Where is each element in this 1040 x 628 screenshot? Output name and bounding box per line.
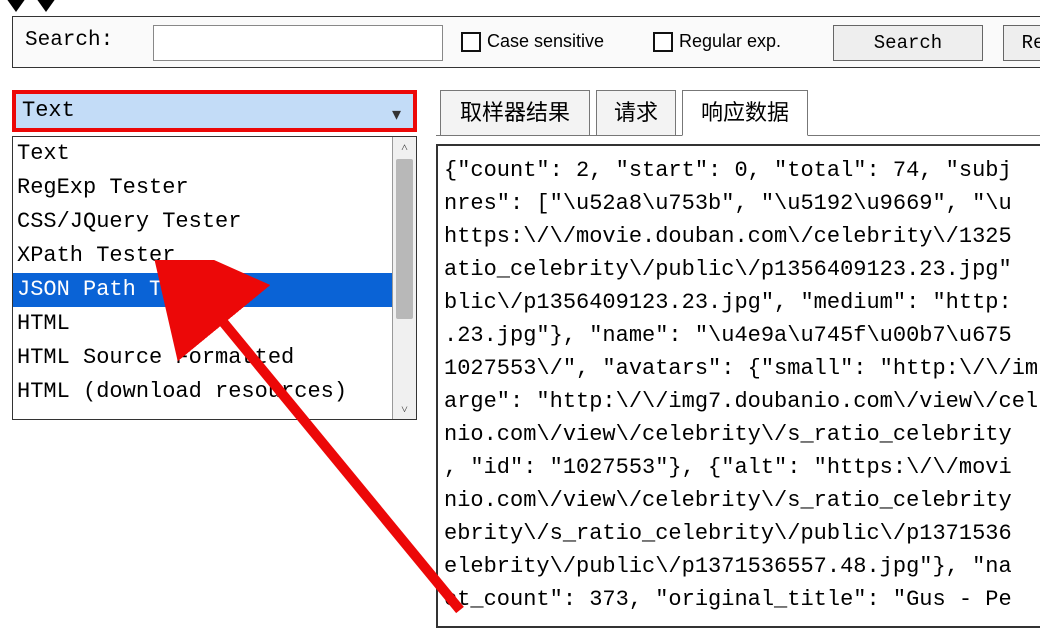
dropdown-item[interactable]: HTML <box>13 307 392 341</box>
tab-response-data[interactable]: 响应数据 <box>682 90 808 136</box>
triangle-icon <box>36 0 56 12</box>
result-tabs: 取样器结果 请求 响应数据 <box>436 90 1040 136</box>
dropdown-list: TextRegExp TesterCSS/JQuery TesterXPath … <box>13 137 392 419</box>
dropdown-item[interactable]: HTML Source Formatted <box>13 341 392 375</box>
render-mode-combo[interactable]: Text ▾ <box>12 90 417 132</box>
scroll-down-icon[interactable]: ˅ <box>393 399 416 419</box>
case-sensitive-checkbox[interactable]: Case sensitive <box>461 31 604 52</box>
dropdown-item[interactable]: HTML (download resources) <box>13 375 392 409</box>
tab-request[interactable]: 请求 <box>596 90 676 136</box>
dropdown-scrollbar[interactable]: ˄ ˅ <box>392 137 416 419</box>
checkbox-icon <box>653 32 673 52</box>
dropdown-item[interactable]: JSON Path Tester <box>13 273 392 307</box>
dropdown-item[interactable]: RegExp Tester <box>13 171 392 205</box>
response-data-pane[interactable]: {"count": 2, "start": 0, "total": 74, "s… <box>436 144 1040 628</box>
chevron-down-icon: ▾ <box>392 104 401 125</box>
triangle-icon <box>6 0 26 12</box>
search-label: Search: <box>25 29 113 52</box>
combo-selected-text: Text <box>22 98 75 123</box>
case-sensitive-label: Case sensitive <box>487 31 604 52</box>
checkbox-icon <box>461 32 481 52</box>
reset-button[interactable]: Re <box>1003 25 1040 61</box>
regular-exp-label: Regular exp. <box>679 31 781 52</box>
regular-exp-checkbox[interactable]: Regular exp. <box>653 31 781 52</box>
scroll-up-icon[interactable]: ˄ <box>393 137 416 157</box>
render-mode-dropdown: TextRegExp TesterCSS/JQuery TesterXPath … <box>12 136 417 420</box>
dropdown-item[interactable]: XPath Tester <box>13 239 392 273</box>
search-input[interactable] <box>153 25 443 61</box>
dropdown-item[interactable]: Text <box>13 137 392 171</box>
search-toolbar: Search: Case sensitive Regular exp. Sear… <box>12 16 1040 68</box>
response-text: {"count": 2, "start": 0, "total": 74, "s… <box>444 154 1040 616</box>
search-button[interactable]: Search <box>833 25 983 61</box>
tab-sampler-result[interactable]: 取样器结果 <box>440 90 590 136</box>
dropdown-item[interactable]: CSS/JQuery Tester <box>13 205 392 239</box>
scrollbar-thumb[interactable] <box>396 159 413 319</box>
